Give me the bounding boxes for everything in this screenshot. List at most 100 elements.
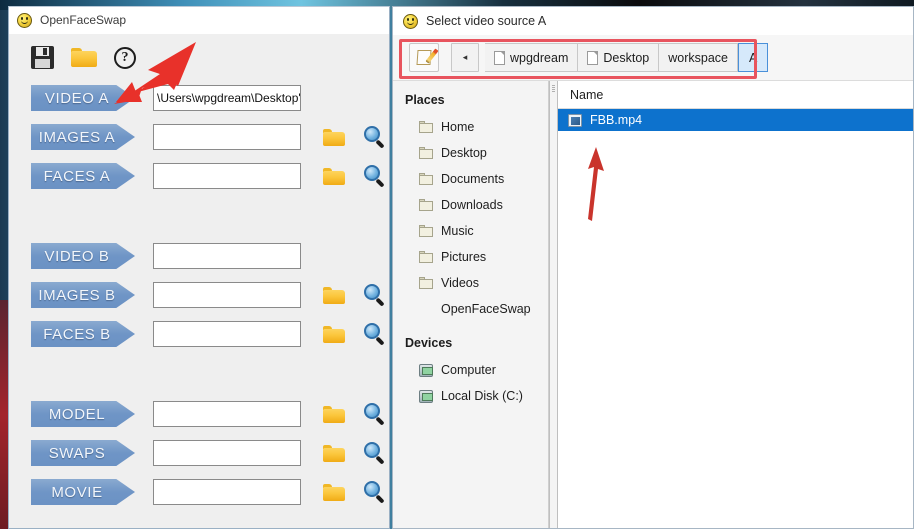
- row-icons-faces-a: [323, 164, 387, 188]
- file-row[interactable]: FBB.mp4: [558, 109, 913, 131]
- search-icon[interactable]: [363, 441, 387, 465]
- place-item-openfaceswap[interactable]: OpenFaceSwap: [405, 296, 548, 322]
- row-images-a: IMAGES A: [9, 122, 389, 152]
- place-item-downloads[interactable]: Downloads: [405, 192, 548, 218]
- label-faces-b[interactable]: FACES B: [31, 321, 135, 347]
- folder-icon[interactable]: [323, 483, 345, 501]
- place-item-documents[interactable]: Documents: [405, 166, 548, 192]
- search-icon[interactable]: [363, 283, 387, 307]
- device-item-local-disk[interactable]: Local Disk (C:): [405, 383, 548, 409]
- row-model: MODEL: [9, 399, 389, 429]
- breadcrumb-item-workspace[interactable]: workspace: [659, 43, 738, 72]
- breadcrumb-item-a[interactable]: A: [737, 43, 769, 72]
- folder-icon[interactable]: [323, 325, 345, 343]
- openfaceswap-titlebar: OpenFaceSwap: [9, 7, 389, 34]
- places-heading: Places: [405, 93, 445, 107]
- place-label: Pictures: [441, 250, 487, 264]
- save-icon[interactable]: [31, 46, 54, 69]
- place-item-videos[interactable]: Videos: [405, 270, 548, 296]
- folder-icon: [419, 225, 433, 237]
- search-icon[interactable]: [363, 402, 387, 426]
- place-item-pictures[interactable]: Pictures: [405, 244, 548, 270]
- label-faces-a[interactable]: FACES A: [31, 163, 135, 189]
- breadcrumb-item-wpgdream[interactable]: wpgdream: [485, 43, 579, 72]
- row-video-a: VIDEO A \Users\wpgdream\Desktop': [9, 83, 389, 113]
- app-toolbar: ?: [9, 34, 389, 69]
- column-header-name[interactable]: Name: [558, 81, 913, 109]
- window-title: OpenFaceSwap: [40, 13, 127, 27]
- folder-icon[interactable]: [323, 286, 345, 304]
- row-video-b: VIDEO B: [9, 241, 389, 271]
- folder-icon[interactable]: [323, 128, 345, 146]
- help-icon[interactable]: ?: [114, 46, 136, 69]
- chooser-panes: Places Home Desktop Documents Downloads: [393, 81, 913, 528]
- input-swaps[interactable]: [153, 440, 301, 466]
- place-item-home[interactable]: Home: [405, 114, 548, 140]
- place-item-music[interactable]: Music: [405, 218, 548, 244]
- label-images-b[interactable]: IMAGES B: [31, 282, 135, 308]
- input-video-a[interactable]: \Users\wpgdream\Desktop': [153, 85, 301, 111]
- row-faces-a: FACES A: [9, 161, 389, 191]
- folder-icon[interactable]: [323, 167, 345, 185]
- label-swaps[interactable]: SWAPS: [31, 440, 135, 466]
- pane-splitter[interactable]: [549, 81, 558, 528]
- field-rows: VIDEO A \Users\wpgdream\Desktop' IMAGES …: [9, 69, 389, 507]
- input-images-b[interactable]: [153, 282, 301, 308]
- label-video-b[interactable]: VIDEO B: [31, 243, 135, 269]
- input-faces-a[interactable]: [153, 163, 301, 189]
- drive-icon: [419, 389, 433, 403]
- openfaceswap-body: ? VIDEO A \Users\wpgdream\Desktop' IMAGE…: [9, 34, 389, 528]
- label-movie[interactable]: MOVIE: [31, 479, 135, 505]
- input-faces-b[interactable]: [153, 321, 301, 347]
- row-swaps: SWAPS: [9, 438, 389, 468]
- device-label: Computer: [441, 363, 496, 377]
- label-images-a[interactable]: IMAGES A: [31, 124, 135, 150]
- search-icon[interactable]: [363, 480, 387, 504]
- input-model[interactable]: [153, 401, 301, 427]
- search-icon[interactable]: [363, 125, 387, 149]
- file-icon: [587, 50, 599, 65]
- smiley-icon: [403, 13, 418, 29]
- input-video-b[interactable]: [153, 243, 301, 269]
- folder-icon: [419, 277, 433, 289]
- folder-icon[interactable]: [323, 405, 345, 423]
- search-icon[interactable]: [363, 164, 387, 188]
- breadcrumb: ◂ wpgdream Desktop workspace A: [393, 35, 913, 81]
- place-label: Downloads: [441, 198, 503, 212]
- desktop-wallpaper-left-strip: [0, 300, 8, 529]
- label-video-a[interactable]: VIDEO A: [31, 85, 135, 111]
- input-movie[interactable]: [153, 479, 301, 505]
- search-icon[interactable]: [363, 322, 387, 346]
- breadcrumb-label: wpgdream: [510, 50, 569, 65]
- file-icon: [494, 50, 505, 65]
- folder-icon: [419, 121, 433, 133]
- place-label: Documents: [441, 172, 505, 186]
- row-icons-model: [323, 402, 387, 426]
- place-label: Home: [441, 120, 475, 134]
- place-label: Videos: [441, 276, 479, 290]
- edit-path-icon[interactable]: [409, 43, 439, 72]
- place-item-desktop[interactable]: Desktop: [405, 140, 548, 166]
- folder-icon[interactable]: [323, 444, 345, 462]
- back-button[interactable]: ◂: [451, 43, 479, 72]
- smiley-icon: [17, 12, 32, 28]
- device-item-computer[interactable]: Computer: [405, 357, 548, 383]
- folder-icon: [419, 173, 433, 185]
- folder-icon: [419, 147, 433, 159]
- label-model[interactable]: MODEL: [31, 401, 135, 427]
- row-icons-faces-b: [323, 322, 387, 346]
- breadcrumb-label: A: [748, 50, 758, 65]
- open-folder-icon[interactable]: [71, 47, 97, 68]
- file-chooser-titlebar: Select video source A: [393, 7, 913, 35]
- place-label: Desktop: [441, 146, 487, 160]
- file-list: Name FBB.mp4: [558, 81, 913, 528]
- place-label: Music: [441, 224, 474, 238]
- input-images-a[interactable]: [153, 124, 301, 150]
- file-chooser-title: Select video source A: [426, 14, 547, 28]
- device-label: Local Disk (C:): [441, 389, 523, 403]
- breadcrumb-label: Desktop: [603, 50, 650, 65]
- breadcrumb-item-desktop[interactable]: Desktop: [578, 43, 660, 72]
- row-icons-movie: [323, 480, 387, 504]
- openfaceswap-window: OpenFaceSwap ? VIDEO A \Users\wpgdream\D…: [8, 6, 390, 529]
- drive-icon: [419, 363, 433, 377]
